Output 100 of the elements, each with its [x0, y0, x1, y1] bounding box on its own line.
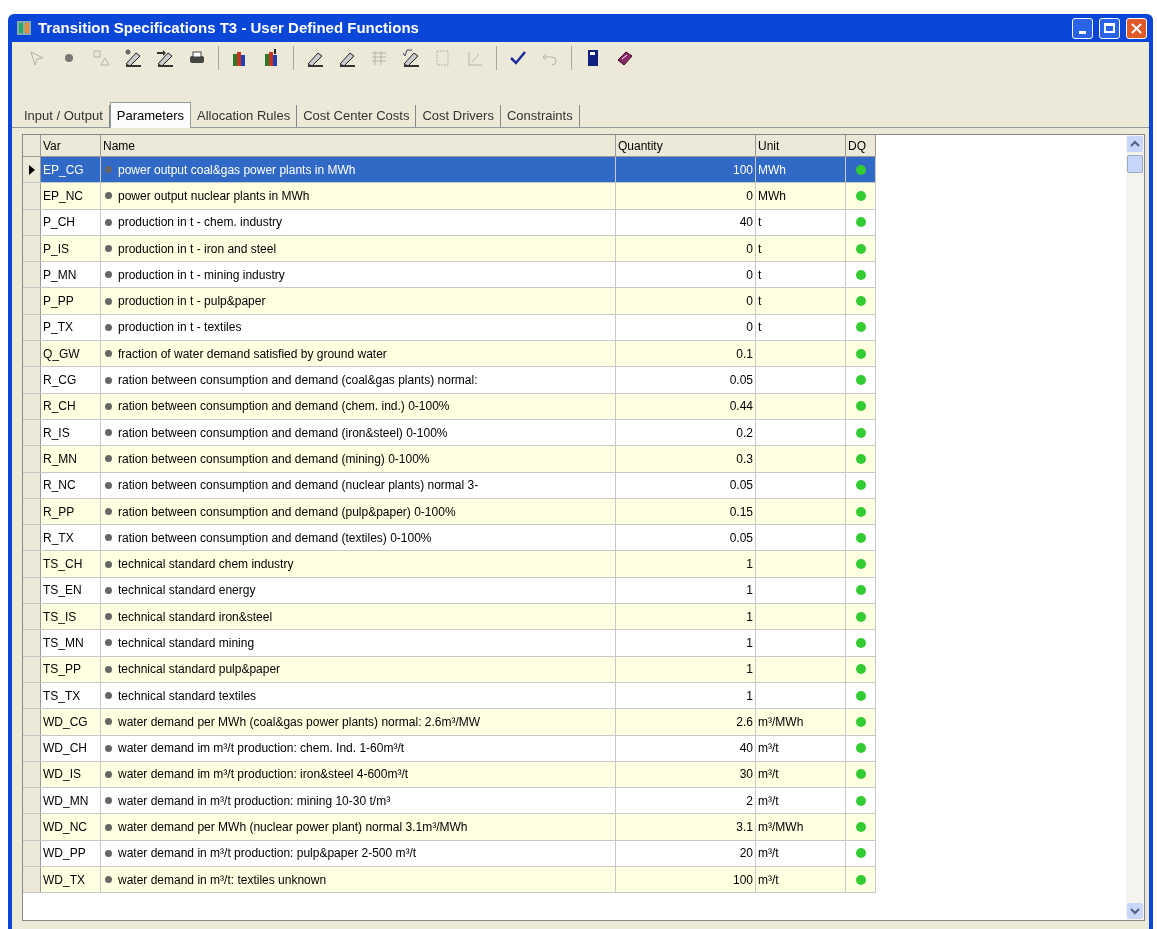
table-cell: 0.15: [616, 498, 756, 525]
current-row-icon: [28, 164, 35, 175]
table-cell: P_PP: [41, 288, 101, 314]
table-cell: TS_IS: [41, 604, 101, 630]
table-row[interactable]: R_PP ration between consumption and demand (pulp&paper) 0-100% 0.15: [23, 498, 876, 526]
table-row[interactable]: P_IS production in t - iron and steel 0 t: [23, 235, 876, 263]
table-row[interactable]: WD_TX water demand in m³/t: textiles unknown 100 m³/t: [23, 867, 876, 894]
row-header[interactable]: [23, 157, 41, 183]
table-row[interactable]: TS_TX technical standard textiles 1: [23, 682, 876, 710]
table-cell-text: ration between consumption and demand (chem. ind.) 0-100%: [118, 398, 450, 416]
table-row[interactable]: R_IS ration between consumption and demand (iron&steel) 0-100% 0.2: [23, 419, 876, 447]
table-cell: 30: [616, 761, 756, 788]
table-row[interactable]: R_CG ration between consumption and demand (coal&gas plants) normal: 0.05: [23, 367, 876, 394]
bullet-icon: [105, 744, 112, 752]
table-row[interactable]: WD_MN water demand in m³/t production: mining 10-30 t/m³ 2 m³/t: [23, 788, 876, 815]
table-row[interactable]: WD_NC water demand per MWh (nuclear power plant) normal 3.1m³/MWh 3.1 m³/MWh: [23, 814, 876, 841]
table-cell: 100: [616, 157, 756, 183]
table-cell: 1: [616, 656, 756, 682]
table-row[interactable]: TS_CH technical standard chem industry 1: [23, 551, 876, 578]
bullet-icon: [105, 271, 112, 279]
table-row[interactable]: P_PP production in t - pulp&paper 0 t: [23, 288, 876, 315]
table-cell-text: technical standard mining: [118, 635, 255, 652]
table-row[interactable]: EP_CG power output coal&gas power plants in MWh 100 MWh: [23, 157, 876, 184]
column-header[interactable]: Quantity: [616, 135, 756, 156]
tab[interactable]: Constraints: [500, 105, 580, 127]
table-cell: 1: [616, 577, 756, 604]
tab[interactable]: Input / Output: [18, 105, 110, 127]
table-cell-text: production in t - pulp&paper: [118, 293, 266, 311]
table-row[interactable]: WD_CH water demand im m³/t production: chem. Ind. 1-60m³/t 40 m³/t: [23, 735, 876, 762]
table-cell: TS_PP: [41, 656, 101, 682]
table-row[interactable]: P_CH production in t - chem. industry 40 t: [23, 209, 876, 236]
column-header[interactable]: DQ: [846, 135, 876, 156]
tab[interactable]: Cost Center Costs: [297, 105, 417, 127]
table-row[interactable]: R_TX ration between consumption and demand (textiles) 0-100% 0.05: [23, 525, 876, 552]
table-cell: TS_CH: [41, 551, 101, 577]
table-cell: 0: [616, 314, 756, 341]
table-cell-text: water demand per MWh (coal&gas power plants) normal: 2.6m³/MW: [118, 713, 481, 731]
table-cell-text: t: [758, 319, 762, 337]
table-cell: WD_NC: [41, 814, 101, 840]
maximize-button[interactable]: [1099, 17, 1120, 39]
table-row[interactable]: WD_CG water demand per MWh (coal&gas power plants) normal: 2.6m³/MW 2.6 m³/MWh: [23, 709, 876, 736]
table-cell: 0.3: [616, 446, 756, 472]
scrollbar[interactable]: [1126, 135, 1144, 920]
scroll-thumb[interactable]: [1127, 155, 1143, 173]
table-row[interactable]: TS_PP technical standard pulp&paper 1: [23, 656, 876, 683]
table-row[interactable]: EP_NC power output nuclear plants in MWh 0 MWh: [23, 183, 876, 210]
table-cell-text: technical standard chem industry: [118, 556, 294, 574]
table-row[interactable]: P_TX production in t - textiles 0 t: [23, 314, 876, 342]
table-cell: 0.1: [616, 341, 756, 367]
bullet-icon: [105, 849, 112, 857]
tab[interactable]: Parameters: [109, 102, 191, 128]
table-cell: WD_MN: [41, 788, 101, 814]
column-header[interactable]: Name: [101, 135, 616, 156]
table-cell: 3.1: [616, 814, 756, 840]
table-cell: 1: [616, 682, 756, 709]
scroll-down-icon[interactable]: [1126, 902, 1144, 920]
table-row[interactable]: R_NC ration between consumption and demand (nuclear plants) normal 3- 0.05: [23, 472, 876, 499]
bullet-icon: [105, 218, 112, 226]
table-cell: P_CH: [41, 209, 101, 235]
table-cell: WD_PP: [41, 840, 101, 866]
minimize-button[interactable]: [1072, 17, 1093, 39]
table-cell-text: water demand im m³/t production: iron&steel 4-600m³/t: [118, 766, 409, 784]
table-cell-text: m³/MWh: [758, 819, 804, 837]
table-row[interactable]: P_MN production in t - mining industry 0 t: [23, 262, 876, 289]
table-cell: R_CH: [41, 393, 101, 419]
table-cell-text: fraction of water demand satisfied by ground water: [118, 345, 387, 363]
table-cell-text: ration between consumption and demand (coal&gas plants) normal:: [118, 372, 478, 389]
table-cell: 1: [616, 551, 756, 577]
table-cell: WD_CG: [41, 709, 101, 735]
table-row[interactable]: R_MN ration between consumption and demand (mining) 0-100% 0.3: [23, 446, 876, 473]
table-cell-text: production in t - mining industry: [118, 266, 285, 284]
table-row[interactable]: TS_MN technical standard mining 1: [23, 630, 876, 657]
table-cell: TS_EN: [41, 577, 101, 604]
table-row[interactable]: R_CH ration between consumption and demand (chem. ind.) 0-100% 0.44: [23, 393, 876, 420]
table-cell-text: ration between consumption and demand (nuclear plants) normal 3-: [118, 477, 479, 495]
table-cell-text: MWh: [758, 187, 786, 205]
table-cell: 1: [616, 630, 756, 656]
table-row[interactable]: WD_PP water demand in m³/t production: pulp&paper 2-500 m³/t 20 m³/t: [23, 840, 876, 867]
scroll-up-icon[interactable]: [1126, 135, 1144, 153]
bullet-icon: [105, 876, 112, 884]
table-cell: 2: [616, 788, 756, 814]
table-row[interactable]: TS_EN technical standard energy 1: [23, 577, 876, 605]
table-cell: 0.05: [616, 367, 756, 393]
table-cell-text: t: [758, 214, 762, 232]
table-row[interactable]: TS_IS technical standard iron&steel 1: [23, 604, 876, 631]
tab[interactable]: Allocation Rules: [191, 105, 298, 127]
table-cell: R_CG: [41, 367, 101, 393]
table-row[interactable]: Q_GW fraction of water demand satisfied by ground water 0.1: [23, 341, 876, 368]
tab[interactable]: Cost Drivers: [416, 105, 501, 127]
close-button[interactable]: [1126, 17, 1147, 39]
table-cell-text: m³/t: [758, 740, 779, 758]
table-row[interactable]: WD_IS water demand im m³/t production: iron&steel 4-600m³/t 30 m³/t: [23, 761, 876, 789]
column-header[interactable]: Unit: [756, 135, 846, 156]
close-icon: [1131, 22, 1142, 34]
table-cell: R_IS: [41, 419, 101, 446]
table-cell-text: water demand per MWh (nuclear power plant) normal 3.1m³/MWh: [118, 819, 468, 837]
table-cell: 40: [616, 209, 756, 235]
table-cell-text: water demand in m³/t production: mining 10-30 t/m³: [118, 792, 391, 810]
bullet-icon: [105, 508, 112, 515]
column-header[interactable]: Var: [41, 135, 101, 156]
